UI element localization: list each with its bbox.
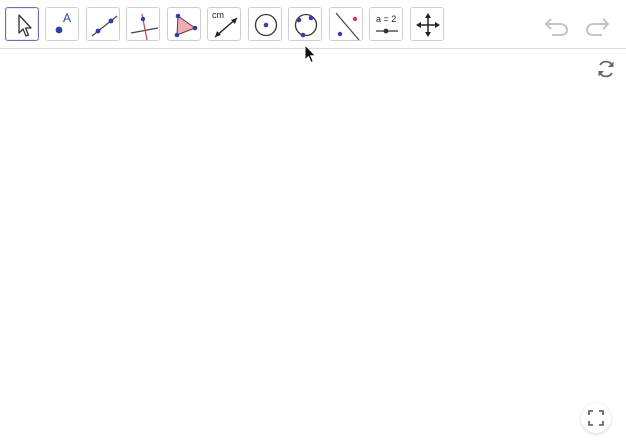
slider-tool-label: a = 2	[376, 14, 397, 24]
distance-tool-label: cm	[212, 10, 224, 20]
reset-button[interactable]	[594, 57, 618, 81]
toolbar: A cm a = 2	[0, 0, 626, 49]
refresh-icon	[598, 60, 614, 78]
line-through-points-icon	[91, 15, 118, 37]
fullscreen-icon	[588, 410, 604, 426]
perpendicular-line-tool-button[interactable]	[126, 7, 160, 41]
undo-button[interactable]	[542, 12, 570, 38]
fullscreen-button[interactable]	[581, 403, 611, 433]
undo-icon	[544, 18, 569, 36]
move-view-icon	[416, 13, 440, 37]
move-tool-button[interactable]	[5, 7, 39, 41]
perpendicular-line-icon	[130, 13, 159, 41]
circle-center-icon	[254, 13, 278, 37]
geogebra-app: A cm a = 2	[0, 0, 626, 445]
line-tool-button[interactable]	[86, 7, 120, 41]
circle-three-points-tool-button[interactable]	[288, 7, 322, 41]
move-graphics-view-tool-button[interactable]	[410, 7, 444, 41]
point-tool-label: A	[63, 11, 72, 25]
circle-center-point-tool-button[interactable]	[248, 7, 282, 41]
slider-tool-button[interactable]: a = 2	[369, 7, 403, 41]
circle-three-points-icon	[294, 13, 318, 38]
reflect-tool-button[interactable]	[329, 7, 363, 41]
graphics-view[interactable]	[0, 49, 626, 445]
redo-icon	[585, 18, 610, 36]
reflect-about-line-icon	[335, 12, 360, 41]
distance-tool-button[interactable]: cm	[207, 7, 241, 41]
arrow-cursor-icon	[18, 14, 32, 37]
polygon-tool-button[interactable]	[167, 7, 201, 41]
point-tool-button[interactable]: A	[45, 7, 79, 41]
polygon-icon	[174, 13, 198, 38]
redo-button[interactable]	[584, 12, 612, 38]
